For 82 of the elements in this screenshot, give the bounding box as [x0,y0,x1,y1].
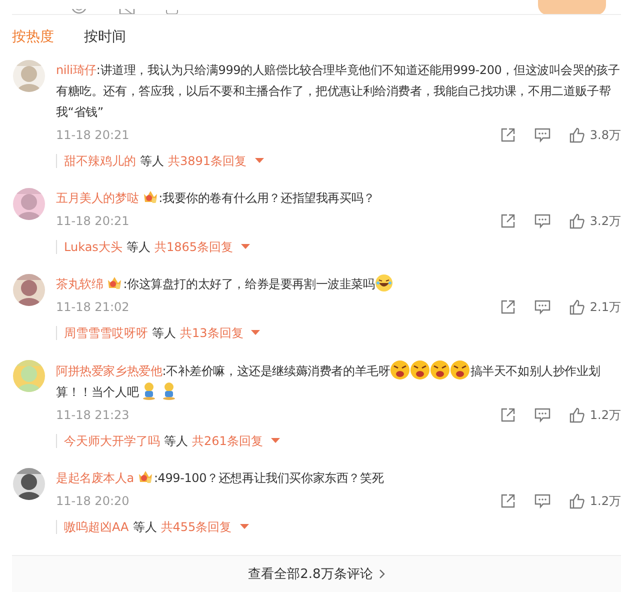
view-all-comments-link[interactable]: 查看全部2.8万条评论 [248,565,385,583]
reply-button[interactable] [534,127,551,143]
reply-button[interactable] [534,213,551,229]
thumbs-up-icon [568,407,585,423]
sort-tab[interactable]: 按时间 [84,28,126,46]
angry-emoji-icon [430,360,450,380]
like-button[interactable]: 1.2万 [568,406,621,424]
reply-label: 等人 [132,518,157,536]
caret-down-icon[interactable] [254,158,264,164]
like-button[interactable]: 2.1万 [568,298,621,316]
angry-emoji-icon [450,360,470,380]
figure-emoji-icon [162,382,176,400]
reply-count-link[interactable]: 共13条回复 [180,324,244,342]
thumbs-up-icon [568,299,585,315]
reply-count-link[interactable]: 共3891条回复 [168,152,247,170]
comment-icon [534,127,551,143]
comment-time: 11-18 21:02 [56,300,130,314]
figure-emoji-icon [142,382,156,400]
like-button[interactable]: 3.8万 [568,126,621,144]
reply-button[interactable] [534,407,551,423]
comment-time: 11-18 21:23 [56,408,130,422]
comment-text: nili琦仔:讲道理，我认为只给满999的人赔偿比较合理毕竟他们不知道还能用999-200，但这波叫会哭的孩子有糖吃。还有，答应我，以后不要和主播合作了，把优惠让利给消费者，我能自己找功课，不用二道贩子帮我“省钱” [56,62,621,121]
emoji-icon[interactable] [70,9,88,14]
share-button[interactable] [500,299,516,315]
reply-user-link[interactable]: 甜不辣鸡儿的 [64,152,136,170]
reply-label: 等人 [126,238,150,256]
user-name-link[interactable]: 茶丸软绵 [56,277,104,291]
comment-time: 11-18 20:21 [56,214,130,228]
user-name-link[interactable]: 是起名废本人a [56,471,134,485]
comment-text: 阿拼热爱家乡热爱他:不补差价嘛，这还是继续薅消费者的羊毛呀 搞半天不如别人抄作业划算！！当个人吧 [56,360,621,403]
thumbs-up-icon [568,127,585,143]
reply-label: 等人 [152,324,176,342]
user-name-link[interactable]: 五月美人的梦哒 [56,191,139,205]
share-button[interactable] [500,127,516,143]
reply-label: 等人 [140,152,164,170]
image-icon[interactable] [118,9,136,14]
reply-user-link[interactable]: 嗷呜超凶AA [64,518,129,536]
share-icon [500,299,516,315]
sort-tab[interactable]: 按热度 [12,28,54,46]
laughing-emoji-icon [374,274,393,292]
user-name-link[interactable]: nili琦仔 [56,63,96,77]
angry-emoji-icon [390,360,410,380]
reply-button[interactable] [534,299,551,315]
like-button[interactable]: 1.2万 [568,492,621,510]
caret-down-icon[interactable] [240,244,250,250]
reply-user-link[interactable]: 今天师大开学了吗 [64,432,160,450]
caret-down-icon[interactable] [270,438,280,444]
share-button[interactable] [500,493,516,509]
share-button[interactable] [500,213,516,229]
crown-badge-icon [142,190,158,204]
user-name-link[interactable]: 阿拼热爱家乡热爱他 [56,364,162,378]
share-button[interactable] [500,407,516,423]
comment-text: 五月美人的梦哒 :我要你的卷有什么用？还指望我再买吗？ [56,189,376,207]
caret-down-icon[interactable] [240,524,249,530]
comment-icon [534,493,551,509]
comment-icon [534,213,551,229]
checkbox[interactable] [166,10,178,14]
comment-text: 茶丸软绵 :你这算盘打的太好了，给券是要再割一波韭菜吗 [56,274,621,295]
reply-count-link[interactable]: 共1865条回复 [154,238,233,256]
share-icon [500,213,516,229]
crown-badge-icon [138,470,153,484]
comment-text: 是起名废本人a :499-100？还想再让我们买你家东西？笑死 [56,469,385,487]
comment-time: 11-18 20:21 [56,128,130,142]
reply-button[interactable] [534,493,551,509]
comment-icon [534,299,551,315]
caret-down-icon[interactable] [251,330,260,336]
crown-badge-icon [107,276,122,290]
like-button[interactable]: 3.2万 [568,212,621,230]
angry-emoji-icon [410,360,430,380]
reply-user-link[interactable]: Lukas大头 [64,238,122,256]
reply-count-link[interactable]: 共261条回复 [192,432,263,450]
thumbs-up-icon [568,213,585,229]
share-icon [500,127,516,143]
share-icon [500,407,516,423]
chevron-right-icon [378,569,385,579]
thumbs-up-icon [568,493,585,509]
comment-icon [534,407,551,423]
reply-count-link[interactable]: 共455条回复 [160,518,232,536]
reply-label: 等人 [164,432,188,450]
share-icon [500,493,516,509]
reply-user-link[interactable]: 周雪雪雪哎呀呀 [64,324,148,342]
comment-time: 11-18 20:20 [56,494,130,508]
